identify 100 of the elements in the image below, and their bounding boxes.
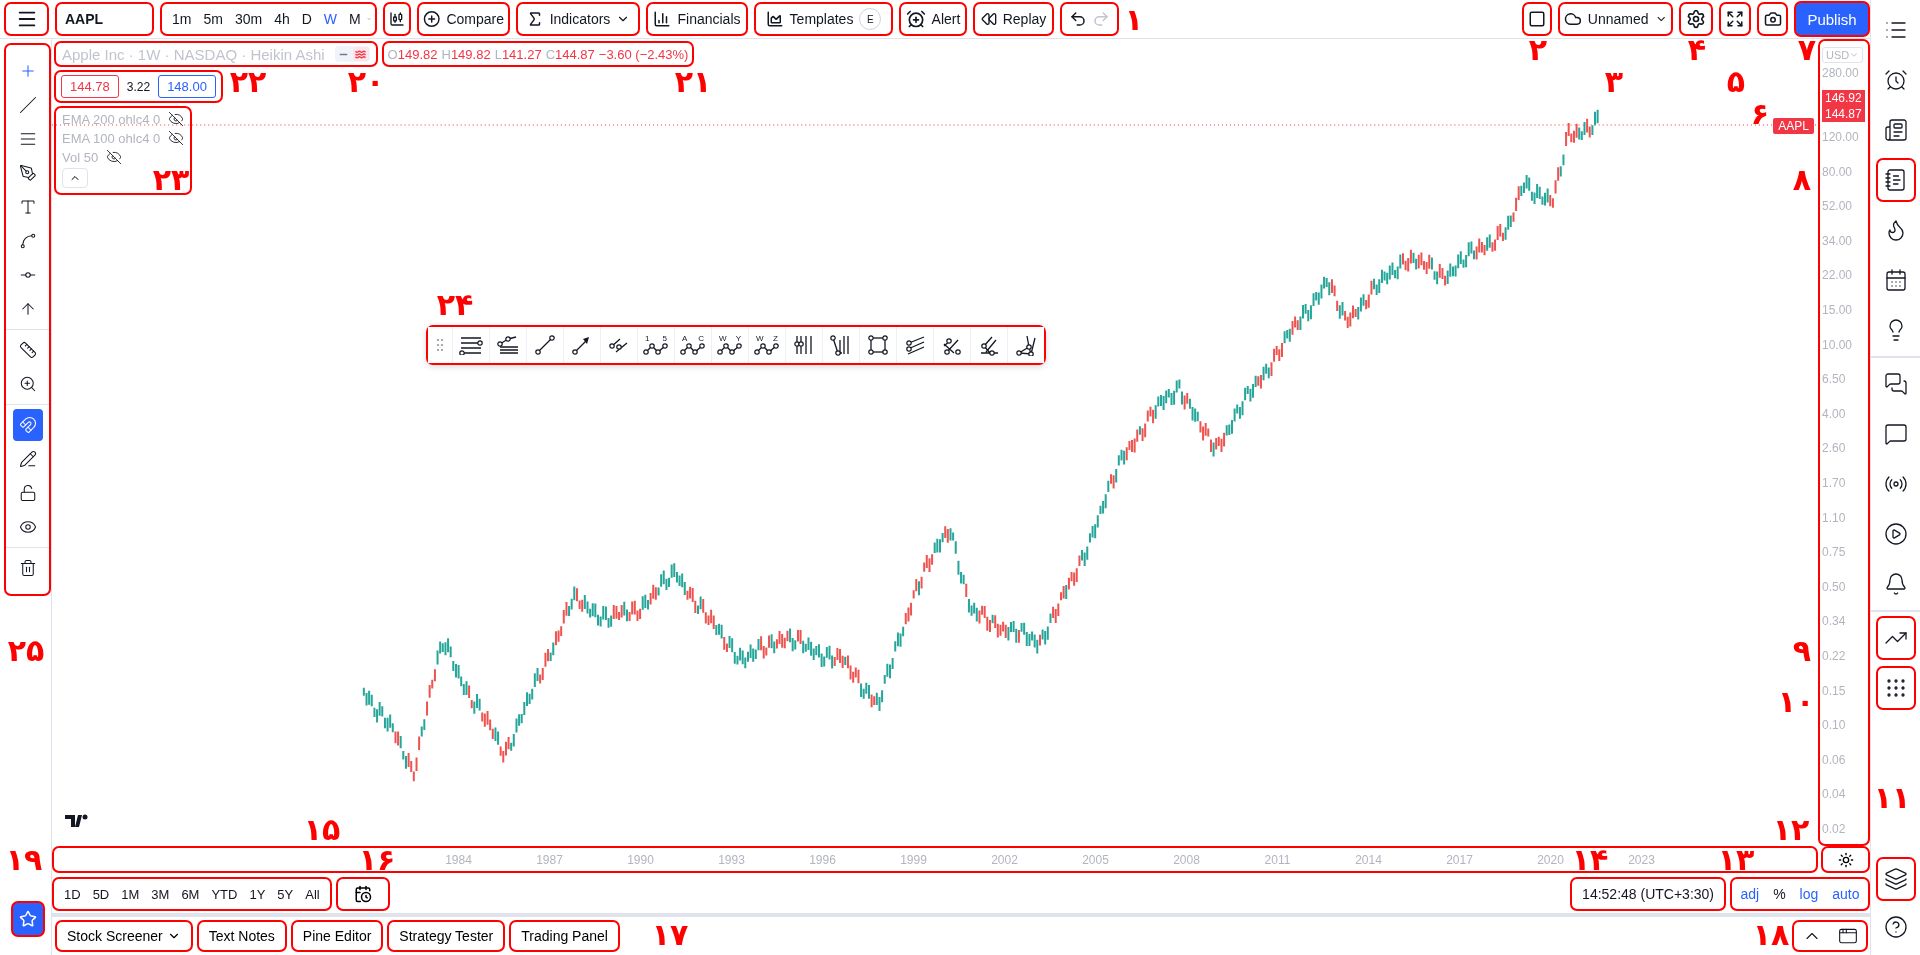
- scale-option-button[interactable]: auto: [1825, 886, 1867, 902]
- indicators-button[interactable]: Indicators: [516, 2, 640, 36]
- price-tick: 80.00: [1822, 164, 1853, 179]
- sell-price[interactable]: 144.78: [61, 75, 119, 98]
- panel-tab[interactable]: Stock Screener: [55, 920, 193, 952]
- drawing-tool-button[interactable]: [526, 327, 563, 363]
- range-button[interactable]: All: [299, 886, 326, 902]
- scale-option-button[interactable]: adj: [1733, 886, 1767, 902]
- window-icon[interactable]: [1838, 926, 1858, 946]
- zigzag-icon: [643, 343, 669, 355]
- interval-button[interactable]: 1m: [166, 5, 198, 33]
- price-axis[interactable]: USD 280.00 146.92 144.87 120.00 80.00 52.00 34.00 22.00 15.00 10.00 6.50 4.00 2.60 1.70 1.10 0.75 0.50 0.34 0.22 0.15 0.10 0.06 0.04 0.02: [1818, 39, 1870, 846]
- panel-tab[interactable]: Text Notes: [196, 920, 287, 952]
- price-tick: 0.50: [1822, 579, 1846, 594]
- eye-off-icon[interactable]: [106, 149, 123, 165]
- drawing-tool-button[interactable]: [859, 327, 896, 363]
- annotation-number: ۱۰: [1777, 687, 1815, 717]
- replay-button[interactable]: Replay: [973, 2, 1054, 36]
- drawing-tool-button[interactable]: [896, 327, 933, 363]
- curve-icon: [18, 231, 37, 251]
- interval-button[interactable]: 5m: [197, 5, 229, 33]
- layout-name-button[interactable]: Unnamed: [1558, 2, 1673, 36]
- menu-button[interactable]: [4, 2, 49, 36]
- buy-price[interactable]: 148.00: [158, 75, 216, 98]
- axis-settings-button[interactable]: [1821, 846, 1870, 873]
- panel-tab[interactable]: Strategy Tester: [387, 920, 506, 952]
- drawing-tool-button[interactable]: [1007, 327, 1044, 363]
- settings-button[interactable]: [1679, 2, 1713, 36]
- drawing-tool-button[interactable]: [489, 327, 526, 363]
- drawing-tool-button[interactable]: [452, 327, 489, 363]
- pen-icon: [18, 163, 37, 183]
- collapse-button[interactable]: [62, 168, 88, 188]
- panel-tab[interactable]: Trading Panel: [509, 920, 620, 952]
- notepad-button[interactable]: [1875, 158, 1916, 202]
- annotation-number: ۴: [1687, 35, 1707, 65]
- dots-grid-button[interactable]: [1875, 666, 1916, 710]
- price-tick: 1.10: [1822, 510, 1846, 525]
- annotation-number: ۱۲: [1772, 815, 1810, 845]
- candlestick-icon: [389, 9, 405, 29]
- interval-button[interactable]: W: [317, 5, 344, 33]
- price-change: −3.60 (−2.43%): [598, 46, 689, 62]
- interval-button[interactable]: 4h: [268, 5, 296, 33]
- magnet-tool-button[interactable]: [12, 409, 43, 441]
- range-button[interactable]: 6M: [175, 886, 206, 902]
- range-button[interactable]: 1D: [58, 886, 87, 902]
- compare-button[interactable]: Compare: [417, 2, 510, 36]
- layout-button[interactable]: [1522, 2, 1552, 36]
- drawing-tool-button[interactable]: [970, 327, 1007, 363]
- drawing-tool-button[interactable]: 1 5: [637, 327, 674, 363]
- range-button[interactable]: 5Y: [271, 886, 300, 902]
- wave-mode-button[interactable]: [352, 47, 369, 61]
- financials-button[interactable]: Financials: [646, 2, 748, 36]
- undo-icon[interactable]: [1068, 10, 1087, 28]
- scale-option-button[interactable]: %: [1766, 886, 1793, 902]
- range-button[interactable]: 1M: [115, 886, 146, 902]
- chat-bubble-icon: [1883, 422, 1908, 446]
- annotation-number: ۱۶: [358, 845, 396, 875]
- interval-button[interactable]: 30m: [228, 5, 269, 33]
- fullscreen-button[interactable]: [1719, 2, 1751, 36]
- symbol-field[interactable]: AAPL: [55, 2, 154, 36]
- price-tick: 15.00: [1822, 302, 1853, 317]
- price-tick: 120.00: [1822, 130, 1859, 144]
- go-to-date-button[interactable]: [335, 877, 390, 911]
- drawing-tool-button[interactable]: W Z: [748, 327, 785, 363]
- layers-button[interactable]: [1875, 857, 1916, 901]
- price-tick: 22.00: [1822, 268, 1853, 283]
- drawing-tool-button[interactable]: A C: [674, 327, 711, 363]
- drawing-tool-button[interactable]: [933, 327, 970, 363]
- eye-off-icon[interactable]: [168, 111, 185, 127]
- drawing-tool-button[interactable]: [563, 327, 600, 363]
- range-button[interactable]: 5D: [86, 886, 116, 902]
- range-button[interactable]: YTD: [205, 886, 244, 902]
- interval-button[interactable]: D: [295, 5, 318, 33]
- price-tick: 34.00: [1822, 233, 1853, 248]
- drawing-tool-button[interactable]: [600, 327, 637, 363]
- eye-off-icon[interactable]: [168, 130, 185, 146]
- range-button[interactable]: 1Y: [243, 886, 272, 902]
- annotation-number: ۱۹: [5, 845, 43, 875]
- range-button[interactable]: 3M: [145, 886, 176, 902]
- annotation-number: ۲۵: [7, 636, 45, 666]
- alert-button[interactable]: Alert: [899, 2, 967, 36]
- clock-time[interactable]: 14:52:48 (UTC+3:30): [1570, 877, 1726, 911]
- bell-icon: [1883, 572, 1908, 596]
- price-badge: 146.92: [1822, 90, 1865, 106]
- unlock-icon: [18, 483, 37, 503]
- interval-button[interactable]: M: [343, 5, 367, 33]
- drag-handle-icon[interactable]: [436, 338, 444, 352]
- panel-tab[interactable]: Pine Editor: [290, 920, 384, 952]
- snapshot-button[interactable]: [1757, 2, 1788, 36]
- price-tick: 0.02: [1822, 821, 1846, 836]
- templates-button[interactable]: Templates E: [754, 2, 893, 36]
- favorites-button[interactable]: [10, 901, 45, 937]
- magnet-icon: [18, 415, 37, 435]
- trend-line-button[interactable]: [1875, 616, 1916, 660]
- publish-button[interactable]: Publish: [1794, 1, 1870, 37]
- drawing-tool-button[interactable]: W Y: [711, 327, 748, 363]
- annotation-number: ۲۳: [152, 165, 190, 195]
- scale-option-button[interactable]: log: [1792, 886, 1826, 902]
- drawing-tool-button[interactable]: [822, 327, 859, 363]
- chart-type-button[interactable]: [383, 2, 411, 36]
